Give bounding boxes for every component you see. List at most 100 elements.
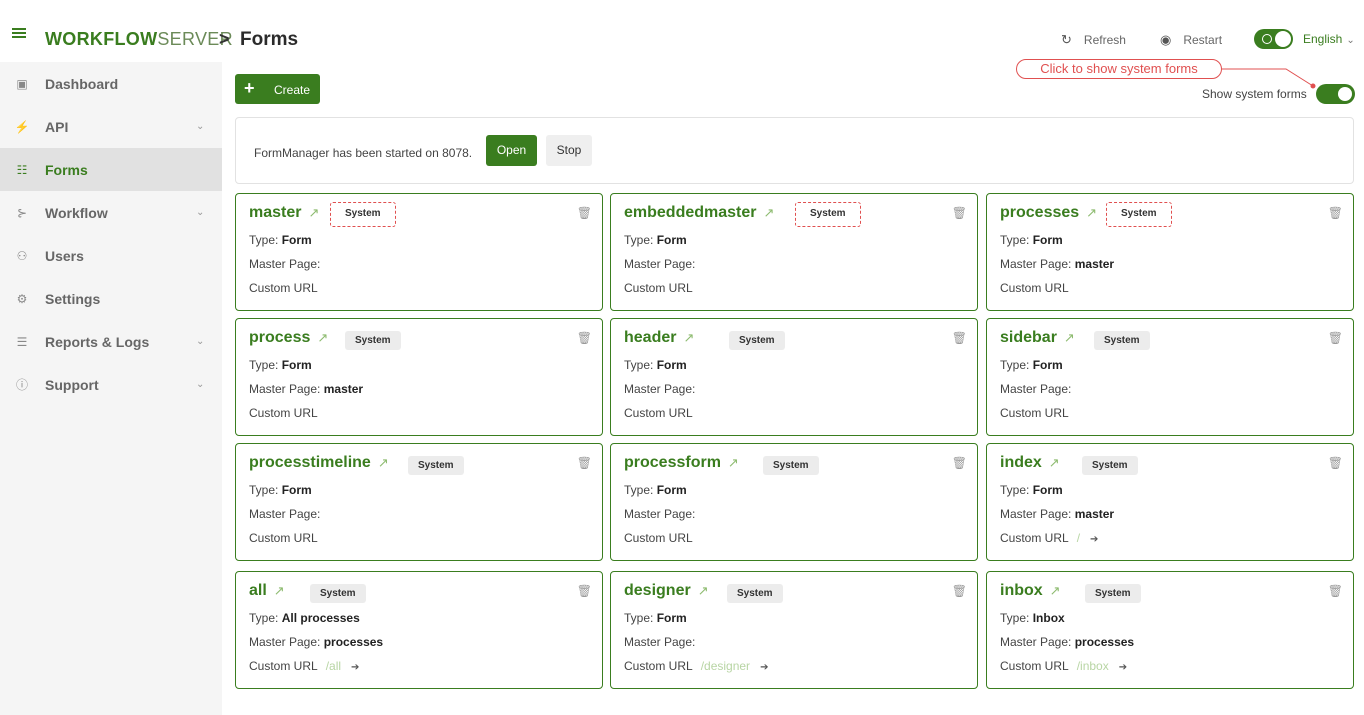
form-card[interactable]: process ↗ System 🗑 Type: Form Master Page: ma… [235,318,603,436]
external-link-icon[interactable]: ↗ [698,583,709,598]
form-card[interactable]: designer ↗ System 🗑 Type: Form Master Page: C… [610,571,978,689]
form-name[interactable]: designer ↗ [624,582,709,600]
form-type: Type: Form [1000,358,1063,372]
form-card[interactable]: sidebar ↗ System 🗑 Type: Form Master Page: Cu… [986,318,1354,436]
system-badge: System [330,202,396,227]
trash-icon[interactable]: 🗑 [952,584,967,598]
sidebar-item-dashboard[interactable]: ▣ Dashboard [0,62,222,105]
form-master-page: Master Page: [624,382,696,396]
sidebar-item-forms[interactable]: ☷ Forms [0,148,222,191]
external-link-icon[interactable]: ↗ [308,205,319,220]
form-type: Type: Form [249,483,312,497]
sidebar-item-api[interactable]: ⚡ API ⌄ [0,105,222,148]
form-name[interactable]: embeddedmaster ↗ [624,204,774,222]
trash-icon[interactable]: 🗑 [952,456,967,470]
open-button[interactable]: Open [486,135,537,166]
trash-icon[interactable]: 🗑 [1328,206,1343,220]
form-master-page: Master Page: [624,507,696,521]
sidebar: ▣ Dashboard ⚡ API ⌄ ☷ Forms ⊱ Workflow ⌄… [0,62,222,715]
form-master-page: Master Page: processes [249,635,384,649]
form-card[interactable]: all ↗ System 🗑 Type: All processes Master Pag… [235,571,603,689]
menu-icon[interactable] [12,28,26,38]
trash-icon[interactable]: 🗑 [1328,584,1343,598]
form-card[interactable]: processform ↗ System 🗑 Type: Form Master Page… [610,443,978,561]
external-link-icon[interactable]: ↗ [274,583,285,598]
go-arrow-icon[interactable]: ➔ [351,662,359,673]
form-type: Type: Form [249,233,312,247]
trash-icon[interactable]: 🗑 [952,331,967,345]
external-link-icon[interactable]: ↗ [1086,205,1097,220]
show-system-forms-toggle[interactable] [1316,84,1355,104]
sidebar-item-reports-logs[interactable]: ☰ Reports & Logs ⌄ [0,320,222,363]
trash-icon[interactable]: 🗑 [577,584,592,598]
system-badge: System [763,456,819,475]
form-card[interactable]: index ↗ System 🗑 Type: Form Master Page: mast… [986,443,1354,561]
breadcrumb-separator: > [219,29,230,49]
custom-url-value[interactable]: /all [326,659,341,673]
form-name[interactable]: processes ↗ [1000,204,1097,222]
form-card[interactable]: header ↗ System 🗑 Type: Form Master Page: Cus… [610,318,978,436]
custom-url-value[interactable]: /designer [701,659,750,673]
refresh-button[interactable]: ↻ Refresh [1061,32,1126,48]
form-master-page: Master Page: master [1000,507,1115,521]
system-badge: System [310,584,366,603]
external-link-icon[interactable]: ↗ [764,205,775,220]
go-arrow-icon[interactable]: ➔ [760,662,768,673]
form-manager-panel: FormManager has been started on 8078. Op… [235,117,1354,184]
trash-icon[interactable]: 🗑 [577,331,592,345]
form-type: Type: Form [1000,233,1063,247]
form-name[interactable]: index ↗ [1000,454,1060,472]
form-type: Type: Form [249,358,312,372]
trash-icon[interactable]: 🗑 [577,206,592,220]
form-name[interactable]: sidebar ↗ [1000,329,1075,347]
logo[interactable]: WORKFLOWSERVER [45,29,233,50]
form-card[interactable]: processtimeline ↗ System 🗑 Type: Form Master … [235,443,603,561]
external-link-icon[interactable]: ↗ [1050,583,1061,598]
form-custom-url: Custom URL [624,406,693,420]
chevron-down-icon: ⌄ [196,336,205,347]
form-master-page: Master Page: [1000,382,1072,396]
plus-icon: + [244,78,255,98]
external-link-icon[interactable]: ↗ [728,455,739,470]
external-link-icon[interactable]: ↗ [317,330,328,345]
sidebar-item-settings[interactable]: ⚙ Settings [0,277,222,320]
custom-url-value[interactable]: /inbox [1077,659,1109,673]
form-name[interactable]: all ↗ [249,582,285,600]
trash-icon[interactable]: 🗑 [1328,331,1343,345]
trash-icon[interactable]: 🗑 [577,456,592,470]
external-link-icon[interactable]: ↗ [683,330,694,345]
workflow-icon: ⊱ [16,205,28,220]
stop-button[interactable]: Stop [546,135,592,166]
sidebar-item-support[interactable]: ⓘ Support ⌄ [0,363,222,406]
restart-button[interactable]: ◉ Restart [1160,32,1222,48]
language-select[interactable]: English ⌄ [1303,32,1355,46]
form-name[interactable]: header ↗ [624,329,694,347]
custom-url-value[interactable]: / [1077,531,1080,545]
sidebar-item-users[interactable]: ⚇ Users [0,234,222,277]
form-name[interactable]: master ↗ [249,204,319,222]
form-name[interactable]: processform ↗ [624,454,739,472]
form-card[interactable]: processes ↗ System 🗑 Type: Form Master Page: … [986,193,1354,311]
form-name[interactable]: inbox ↗ [1000,582,1061,600]
go-arrow-icon[interactable]: ➔ [1119,662,1127,673]
form-name[interactable]: process ↗ [249,329,328,347]
external-link-icon[interactable]: ↗ [378,455,389,470]
form-type: Type: Inbox [1000,611,1065,625]
sidebar-item-workflow[interactable]: ⊱ Workflow ⌄ [0,191,222,234]
help-icon: ⓘ [15,378,28,392]
form-custom-url: Custom URL/all ➔ [249,659,360,673]
go-arrow-icon[interactable]: ➔ [1090,534,1098,545]
system-badge: System [729,331,785,350]
trash-icon[interactable]: 🗑 [952,206,967,220]
theme-toggle[interactable] [1254,29,1293,49]
form-custom-url: Custom URL [1000,406,1069,420]
create-button[interactable]: + Create [235,74,320,104]
form-card[interactable]: master ↗ System 🗑 Type: Form Master Page: Cus… [235,193,603,311]
gears-icon: ⚙ [16,291,28,306]
external-link-icon[interactable]: ↗ [1049,455,1060,470]
trash-icon[interactable]: 🗑 [1328,456,1343,470]
form-card[interactable]: inbox ↗ System 🗑 Type: Inbox Master Page: pro… [986,571,1354,689]
external-link-icon[interactable]: ↗ [1064,330,1075,345]
form-name[interactable]: processtimeline ↗ [249,454,389,472]
form-card[interactable]: embeddedmaster ↗ System 🗑 Type: Form Master P… [610,193,978,311]
